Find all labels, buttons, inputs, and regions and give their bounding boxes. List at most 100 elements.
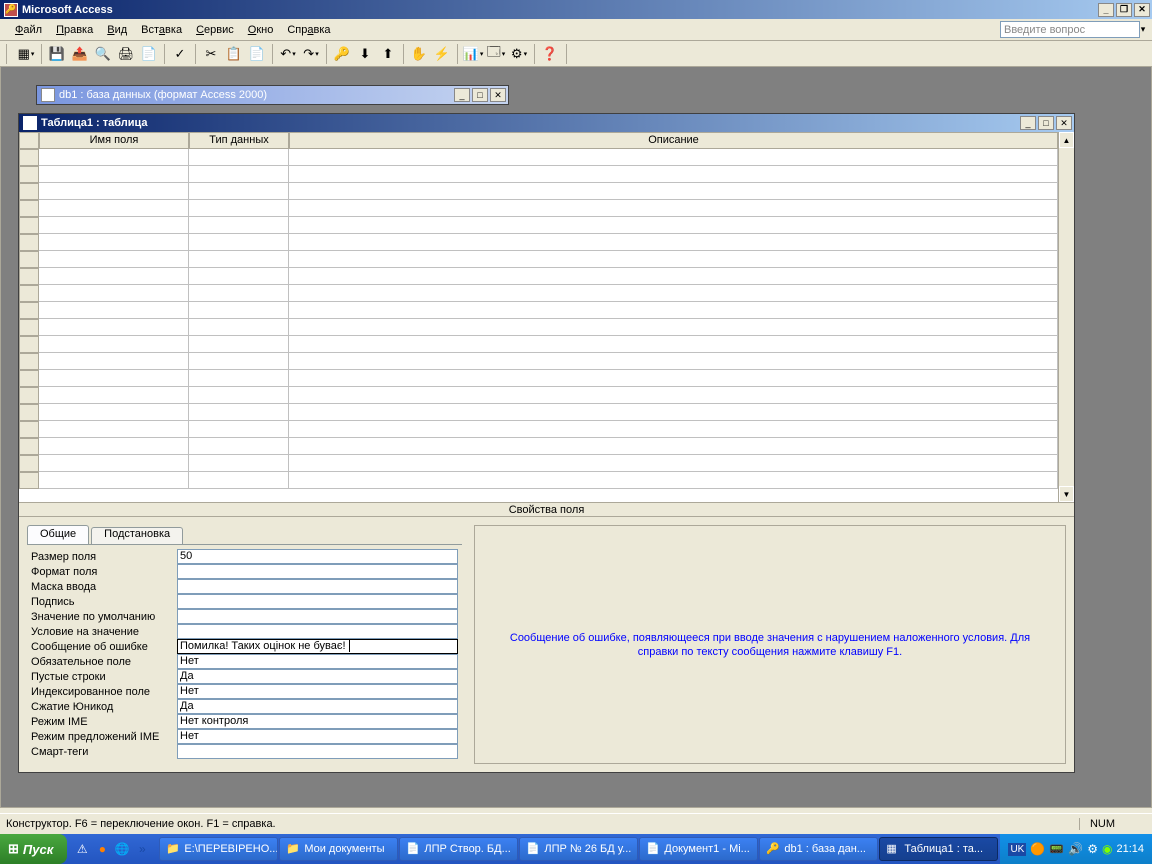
db-close-button[interactable]: ✕ — [490, 88, 506, 102]
design-minimize-button[interactable]: _ — [1020, 116, 1036, 130]
paste-button[interactable]: 📄 — [246, 43, 268, 65]
tray-icon-2[interactable]: 📟 — [1049, 842, 1064, 856]
description-cell[interactable] — [289, 268, 1058, 285]
new-object-button[interactable]: ⚙ — [508, 43, 530, 65]
row-selector[interactable] — [19, 387, 39, 404]
ask-dropdown[interactable]: ▾ — [1140, 24, 1152, 35]
property-value[interactable]: Нет — [177, 654, 458, 669]
minimize-button[interactable]: _ — [1098, 3, 1114, 17]
scroll-down-button[interactable]: ▼ — [1059, 486, 1074, 502]
menu-window[interactable]: Окно — [241, 22, 281, 38]
tray-icon-4[interactable]: ⚙ — [1087, 842, 1098, 856]
description-cell[interactable] — [289, 421, 1058, 438]
description-cell[interactable] — [289, 472, 1058, 489]
grid-scrollbar[interactable]: ▲ ▼ — [1058, 132, 1074, 502]
table-row[interactable] — [19, 268, 1058, 285]
row-selector[interactable] — [19, 251, 39, 268]
table-row[interactable] — [19, 404, 1058, 421]
row-selector[interactable] — [19, 149, 39, 166]
system-tray[interactable]: UK 🟠 📟 🔊 ⚙ ◉ 21:14 — [1000, 834, 1152, 864]
row-selector[interactable] — [19, 319, 39, 336]
field-name-cell[interactable] — [39, 234, 189, 251]
table-row[interactable] — [19, 472, 1058, 489]
data-type-cell[interactable] — [189, 404, 289, 421]
data-type-cell[interactable] — [189, 387, 289, 404]
start-button[interactable]: Пуск — [0, 834, 67, 864]
data-type-cell[interactable] — [189, 183, 289, 200]
description-cell[interactable] — [289, 302, 1058, 319]
description-cell[interactable] — [289, 200, 1058, 217]
row-selector[interactable] — [19, 200, 39, 217]
export-button[interactable]: 📤 — [69, 43, 91, 65]
field-name-cell[interactable] — [39, 421, 189, 438]
undo-button[interactable]: ↶ — [277, 43, 299, 65]
database-window[interactable]: db1 : база данных (формат Access 2000) _… — [36, 85, 509, 105]
table-row[interactable] — [19, 234, 1058, 251]
table-row[interactable] — [19, 455, 1058, 472]
taskbar-task[interactable]: 📄ЛПР № 26 БД у... — [519, 837, 638, 861]
clock[interactable]: 21:14 — [1116, 843, 1144, 855]
taskbar-task[interactable]: ▦Таблица1 : та... — [879, 837, 998, 861]
property-value[interactable] — [177, 579, 458, 594]
row-selector[interactable] — [19, 285, 39, 302]
field-name-cell[interactable] — [39, 319, 189, 336]
field-name-cell[interactable] — [39, 438, 189, 455]
property-value[interactable] — [177, 564, 458, 579]
data-type-cell[interactable] — [189, 268, 289, 285]
field-name-cell[interactable] — [39, 268, 189, 285]
insert-rows-button[interactable]: ⬇ — [354, 43, 376, 65]
table-row[interactable] — [19, 166, 1058, 183]
row-selector[interactable] — [19, 336, 39, 353]
description-cell[interactable] — [289, 404, 1058, 421]
row-selector[interactable] — [19, 438, 39, 455]
db-minimize-button[interactable]: _ — [454, 88, 470, 102]
tray-icon-1[interactable]: 🟠 — [1030, 842, 1045, 856]
description-cell[interactable] — [289, 234, 1058, 251]
ask-question-input[interactable]: Введите вопрос — [1000, 21, 1140, 38]
data-type-cell[interactable] — [189, 455, 289, 472]
field-name-cell[interactable] — [39, 285, 189, 302]
table-row[interactable] — [19, 200, 1058, 217]
property-value[interactable] — [177, 744, 458, 759]
tray-volume-icon[interactable]: 🔊 — [1068, 842, 1083, 856]
description-cell[interactable] — [289, 217, 1058, 234]
taskbar-task[interactable]: 📄Документ1 - Mi... — [639, 837, 758, 861]
db-maximize-button[interactable]: □ — [472, 88, 488, 102]
row-selector[interactable] — [19, 455, 39, 472]
menu-file[interactable]: Файл — [8, 22, 49, 38]
property-value[interactable]: Нет контроля — [177, 714, 458, 729]
database-window-titlebar[interactable]: db1 : база данных (формат Access 2000) _… — [37, 86, 508, 104]
field-name-cell[interactable] — [39, 200, 189, 217]
field-name-cell[interactable] — [39, 336, 189, 353]
row-selector[interactable] — [19, 268, 39, 285]
data-type-cell[interactable] — [189, 353, 289, 370]
spellcheck-button[interactable]: ✓ — [169, 43, 191, 65]
build-button[interactable]: 📊 — [462, 43, 484, 65]
field-name-cell[interactable] — [39, 472, 189, 489]
data-type-cell[interactable] — [189, 472, 289, 489]
field-name-cell[interactable] — [39, 251, 189, 268]
property-value[interactable]: Нет — [177, 684, 458, 699]
table-row[interactable] — [19, 421, 1058, 438]
field-name-cell[interactable] — [39, 149, 189, 166]
table-row[interactable] — [19, 285, 1058, 302]
data-type-cell[interactable] — [189, 234, 289, 251]
row-selector[interactable] — [19, 353, 39, 370]
description-cell[interactable] — [289, 149, 1058, 166]
description-cell[interactable] — [289, 183, 1058, 200]
data-type-cell[interactable] — [189, 251, 289, 268]
field-name-cell[interactable] — [39, 404, 189, 421]
field-name-cell[interactable] — [39, 455, 189, 472]
description-cell[interactable] — [289, 387, 1058, 404]
taskbar-task[interactable]: 🔑db1 : база дан... — [759, 837, 878, 861]
col-field-name[interactable]: Имя поля — [39, 132, 189, 149]
print-button[interactable]: 🖨 — [115, 43, 137, 65]
data-type-cell[interactable] — [189, 149, 289, 166]
table-row[interactable] — [19, 370, 1058, 387]
field-name-cell[interactable] — [39, 353, 189, 370]
save-button[interactable]: 💾 — [46, 43, 68, 65]
copy-button[interactable]: 📋 — [223, 43, 245, 65]
data-type-cell[interactable] — [189, 438, 289, 455]
redo-button[interactable]: ↷ — [300, 43, 322, 65]
field-name-cell[interactable] — [39, 370, 189, 387]
